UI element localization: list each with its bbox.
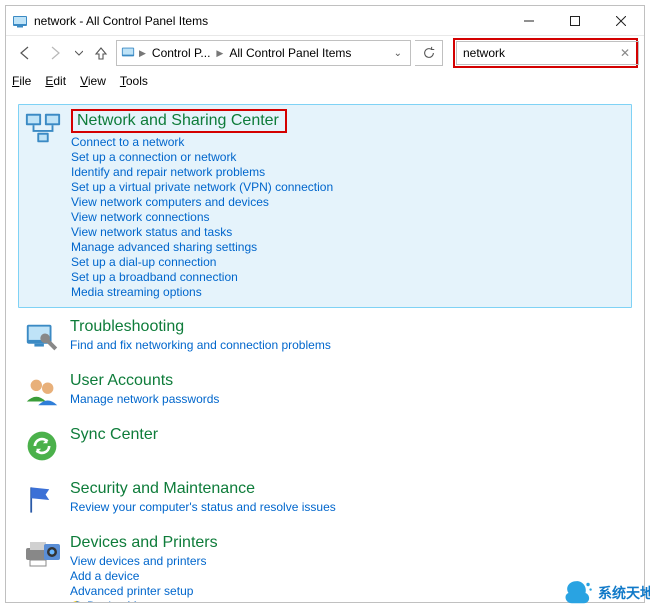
watermark-icon bbox=[560, 576, 594, 610]
clear-search-icon[interactable]: ✕ bbox=[618, 46, 632, 60]
link-advanced-printer-setup[interactable]: Advanced printer setup bbox=[70, 584, 628, 598]
results-panel: Network and Sharing Center Connect to a … bbox=[6, 92, 644, 602]
group-title-devices-printers[interactable]: Devices and Printers bbox=[70, 534, 628, 552]
refresh-button[interactable] bbox=[415, 40, 443, 66]
link-setup-connection[interactable]: Set up a connection or network bbox=[71, 150, 627, 164]
user-accounts-icon bbox=[22, 372, 62, 412]
result-group-network-sharing[interactable]: Network and Sharing Center Connect to a … bbox=[18, 104, 632, 308]
breadcrumb-chevron[interactable]: ▶ bbox=[214, 48, 225, 59]
result-group-user-accounts[interactable]: User Accounts Manage network passwords bbox=[22, 372, 628, 412]
result-group-devices-printers[interactable]: Devices and Printers View devices and pr… bbox=[22, 534, 628, 602]
link-identify-repair[interactable]: Identify and repair network problems bbox=[71, 165, 627, 179]
network-sharing-icon bbox=[23, 109, 63, 149]
link-media-streaming[interactable]: Media streaming options bbox=[71, 285, 627, 299]
link-view-computers-devices[interactable]: View network computers and devices bbox=[71, 195, 627, 209]
link-view-status-tasks[interactable]: View network status and tasks bbox=[71, 225, 627, 239]
forward-button[interactable] bbox=[42, 39, 68, 67]
menu-bar: File Edit View Tools bbox=[6, 70, 644, 92]
title-bar: network - All Control Panel Items bbox=[6, 6, 644, 36]
link-setup-dialup[interactable]: Set up a dial-up connection bbox=[71, 255, 627, 269]
result-group-security-maintenance[interactable]: Security and Maintenance Review your com… bbox=[22, 480, 628, 520]
breadcrumb-chevron[interactable]: ▶ bbox=[137, 48, 148, 59]
link-connect-to-network[interactable]: Connect to a network bbox=[71, 135, 627, 149]
menu-file[interactable]: File bbox=[12, 74, 31, 88]
security-flag-icon bbox=[22, 480, 62, 520]
group-title-user-accounts[interactable]: User Accounts bbox=[70, 372, 628, 390]
menu-edit[interactable]: Edit bbox=[45, 74, 66, 88]
link-setup-broadband[interactable]: Set up a broadband connection bbox=[71, 270, 627, 284]
window-title: network - All Control Panel Items bbox=[34, 14, 208, 28]
link-view-connections[interactable]: View network connections bbox=[71, 210, 627, 224]
link-device-manager[interactable]: Device Manager bbox=[70, 599, 628, 602]
link-manage-network-passwords[interactable]: Manage network passwords bbox=[70, 392, 628, 406]
address-history-dropdown[interactable]: ⌄ bbox=[388, 48, 408, 59]
group-title-sync-center[interactable]: Sync Center bbox=[70, 426, 628, 444]
breadcrumb-seg-1[interactable]: Control P... bbox=[148, 46, 214, 60]
up-button[interactable] bbox=[90, 39, 112, 67]
nav-bar: ▶ Control P... ▶ All Control Panel Items… bbox=[6, 36, 644, 70]
search-box-highlight: ✕ bbox=[453, 38, 638, 68]
result-group-troubleshooting[interactable]: Troubleshooting Find and fix networking … bbox=[22, 318, 628, 358]
control-panel-icon bbox=[12, 13, 28, 29]
link-review-status[interactable]: Review your computer's status and resolv… bbox=[70, 500, 628, 514]
close-button[interactable] bbox=[598, 6, 644, 36]
breadcrumb-seg-2[interactable]: All Control Panel Items bbox=[225, 46, 355, 60]
search-input[interactable] bbox=[463, 46, 618, 60]
watermark: 系统天地 bbox=[560, 576, 650, 610]
group-title-security-maintenance[interactable]: Security and Maintenance bbox=[70, 480, 628, 498]
minimize-button[interactable] bbox=[506, 6, 552, 36]
back-button[interactable] bbox=[12, 39, 38, 67]
devices-printers-icon bbox=[22, 534, 62, 574]
uac-shield-icon bbox=[70, 600, 83, 603]
recent-pages-dropdown[interactable] bbox=[72, 49, 86, 57]
group-title-network-sharing[interactable]: Network and Sharing Center bbox=[71, 109, 627, 133]
watermark-text: 系统天地 bbox=[598, 583, 650, 603]
group-title-troubleshooting[interactable]: Troubleshooting bbox=[70, 318, 628, 336]
control-panel-small-icon bbox=[121, 45, 135, 62]
sync-center-icon bbox=[22, 426, 62, 466]
link-add-device[interactable]: Add a device bbox=[70, 569, 628, 583]
link-advanced-sharing[interactable]: Manage advanced sharing settings bbox=[71, 240, 627, 254]
menu-view[interactable]: View bbox=[80, 74, 106, 88]
troubleshooting-icon bbox=[22, 318, 62, 358]
result-group-sync-center[interactable]: Sync Center bbox=[22, 426, 628, 466]
address-bar[interactable]: ▶ Control P... ▶ All Control Panel Items… bbox=[116, 40, 411, 66]
maximize-button[interactable] bbox=[552, 6, 598, 36]
link-setup-vpn[interactable]: Set up a virtual private network (VPN) c… bbox=[71, 180, 627, 194]
search-box[interactable]: ✕ bbox=[456, 41, 639, 65]
menu-tools[interactable]: Tools bbox=[120, 74, 148, 88]
link-view-devices-printers[interactable]: View devices and printers bbox=[70, 554, 628, 568]
link-find-fix-problems[interactable]: Find and fix networking and connection p… bbox=[70, 338, 628, 352]
